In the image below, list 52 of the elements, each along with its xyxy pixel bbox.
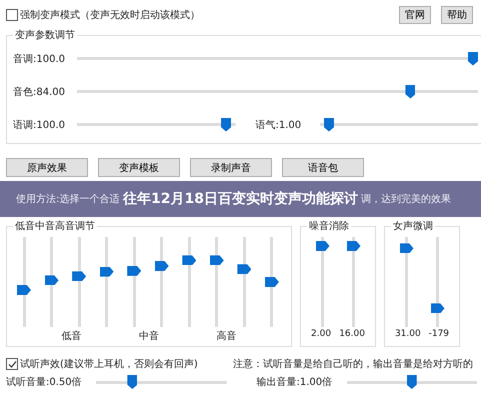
slider-thumb[interactable]: [237, 264, 252, 274]
header-button[interactable]: 帮助: [441, 6, 473, 24]
header-button[interactable]: 官网: [399, 6, 431, 24]
slider-thumb[interactable]: [430, 303, 444, 314]
group-title: 噪音消除: [308, 220, 350, 233]
action-button[interactable]: 录制声音: [190, 158, 272, 177]
action-button[interactable]: 语音包: [282, 158, 364, 177]
checkbox-label: 强制变声模式（变声无效时启动该模式）: [20, 8, 200, 22]
volume-label: 试听音量:0.50倍: [6, 376, 83, 389]
slider-thumb[interactable]: [468, 52, 478, 66]
slider-reading: 2.00: [311, 329, 332, 339]
slider-reading: -179: [428, 329, 450, 339]
slider-thumb[interactable]: [154, 261, 169, 271]
action-button[interactable]: 变声模板: [98, 158, 180, 177]
slider-thumb[interactable]: [316, 241, 330, 251]
slider-reading: 31.00: [394, 329, 421, 339]
slider-thumb[interactable]: [127, 375, 138, 389]
checkbox[interactable]: [6, 358, 18, 370]
slider-thumb[interactable]: [127, 266, 142, 276]
slider-thumb[interactable]: [221, 118, 232, 132]
group-title: 女声微调: [392, 220, 434, 233]
action-button[interactable]: 原声效果: [6, 158, 88, 177]
usage-text: 使用方法:选择一个合适: [16, 192, 120, 206]
slider-thumb[interactable]: [182, 255, 196, 266]
group-title: 低音中音高音调节: [14, 220, 96, 233]
slider-label: 语调:100.0: [13, 118, 66, 132]
note-text: 注意：试听音量是给自己听的，输出音量是给对方听的: [233, 358, 473, 371]
slider-thumb[interactable]: [405, 84, 416, 98]
slider-label: 音色:84.00: [13, 86, 66, 98]
group-title: 变声参数调节: [14, 28, 76, 42]
slider-thumb[interactable]: [17, 285, 31, 295]
slider-thumb[interactable]: [324, 118, 334, 132]
slider-thumb[interactable]: [406, 375, 417, 389]
check-icon: [8, 360, 16, 368]
slider-thumb[interactable]: [346, 241, 360, 251]
slider-thumb[interactable]: [72, 271, 86, 282]
band-label: 中音: [138, 330, 159, 343]
slider-reading: 16.00: [339, 329, 365, 339]
slider-thumb[interactable]: [210, 255, 224, 266]
slider-label: 语气:1.00: [256, 118, 302, 132]
checkbox-label: 试听声效(建议带上耳机，否则会有回声): [20, 358, 198, 371]
slider-thumb[interactable]: [400, 243, 414, 254]
usage-text: 调，达到完美的效果: [361, 192, 451, 206]
band-label: 低音: [62, 330, 82, 343]
banner-title: 往年12月18日百变实时变声功能探讨: [123, 190, 358, 208]
checkbox[interactable]: [6, 9, 18, 21]
slider-thumb[interactable]: [264, 277, 279, 287]
band-label: 高音: [216, 330, 236, 343]
slider-thumb[interactable]: [100, 266, 114, 277]
slider-label: 音调:100.0: [13, 52, 66, 66]
volume-label: 输出音量:1.00倍: [256, 376, 334, 389]
slider-thumb[interactable]: [44, 275, 59, 286]
